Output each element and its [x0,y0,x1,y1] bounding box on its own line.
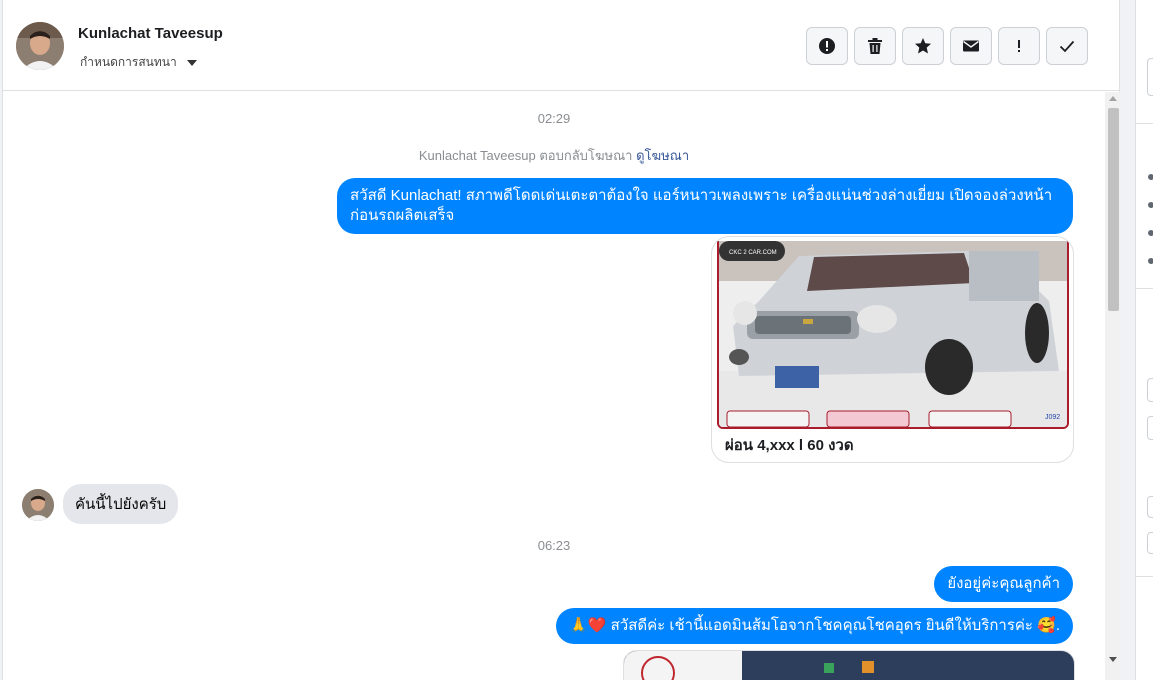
side-field[interactable] [1147,532,1153,554]
assign-conversation-dropdown[interactable]: กำหนดการสนทนา [80,53,197,72]
scroll-down-arrow-icon[interactable] [1109,657,1117,662]
check-icon [1059,40,1075,53]
divider [1136,288,1153,289]
exclamation-circle-icon [819,38,835,54]
outgoing-message: สวัสดี Kunlachat! สภาพดีโดดเด่นเตะตาต้อง… [337,178,1073,234]
conversation-panel: Kunlachat Taveesup กำหนดการสนทนา 02:29 K… [2,0,1121,680]
star-button[interactable] [902,27,944,65]
outgoing-message: 🙏❤️ สวัสดีค่ะ เช้านี้แอดมินส้มโอจากโชคคุ… [556,608,1073,644]
star-icon [915,38,931,54]
contact-avatar-small [22,489,54,521]
envelope-icon [963,40,979,52]
exclamation-icon [1018,40,1020,52]
ad-reply-text: Kunlachat Taveesup ตอบกลับโฆษณา [418,148,633,163]
outgoing-message: ยังอยู่ค่ะคุณลูกค้า [934,566,1073,602]
bullet-icon [1148,202,1153,208]
second-ad-card[interactable] [623,650,1075,680]
message-list: 02:29 Kunlachat Taveesup ตอบกลับโฆษณา ดู… [3,92,1105,680]
ad-card-caption: ผ่อน 4,xxx l 60 งวด [725,437,854,454]
side-field[interactable] [1147,378,1153,402]
message-scrollbar[interactable] [1105,92,1121,680]
conversation-header: Kunlachat Taveesup กำหนดการสนทนา [3,0,1119,91]
card-brand-logo: CKC 2 CAR.COM [729,250,777,256]
side-input[interactable] [1147,58,1153,96]
follow-up-button[interactable] [998,27,1040,65]
view-ad-link[interactable]: ดูโฆษณา [636,148,689,163]
divider [1136,576,1153,577]
divider [1136,123,1153,124]
contact-name: Kunlachat Taveesup [78,25,223,42]
contact-avatar[interactable] [16,22,64,70]
delete-button[interactable] [854,27,896,65]
side-field[interactable] [1147,496,1153,518]
mark-unread-button[interactable] [950,27,992,65]
details-side-panel [1135,0,1153,680]
scroll-up-arrow-icon[interactable] [1109,96,1117,101]
bullet-icon [1148,174,1153,180]
spam-button[interactable] [806,27,848,65]
trash-icon [868,38,882,54]
assign-label: กำหนดการสนทนา [80,55,177,69]
side-field[interactable] [1147,416,1153,440]
bullet-icon [1148,258,1153,264]
conversation-actions [806,27,1088,65]
mark-done-button[interactable] [1046,27,1088,65]
timestamp: 06:23 [537,538,571,553]
timestamp: 02:29 [537,111,571,126]
incoming-message: คันนี้ไปยังครับ [63,484,179,524]
caret-down-icon [186,59,197,66]
bullet-icon [1148,230,1153,236]
card-code: J092 [1045,414,1060,421]
scroll-thumb[interactable] [1108,108,1119,311]
car-image: CKC 2 CAR.COM J092 [717,241,1069,429]
ad-card[interactable]: CKC 2 CAR.COM J092 ผ่อน 4,xxx l 60 งวด [711,236,1074,463]
ad-reply-notice: Kunlachat Taveesup ตอบกลับโฆษณา ดูโฆษณา [3,145,1105,166]
